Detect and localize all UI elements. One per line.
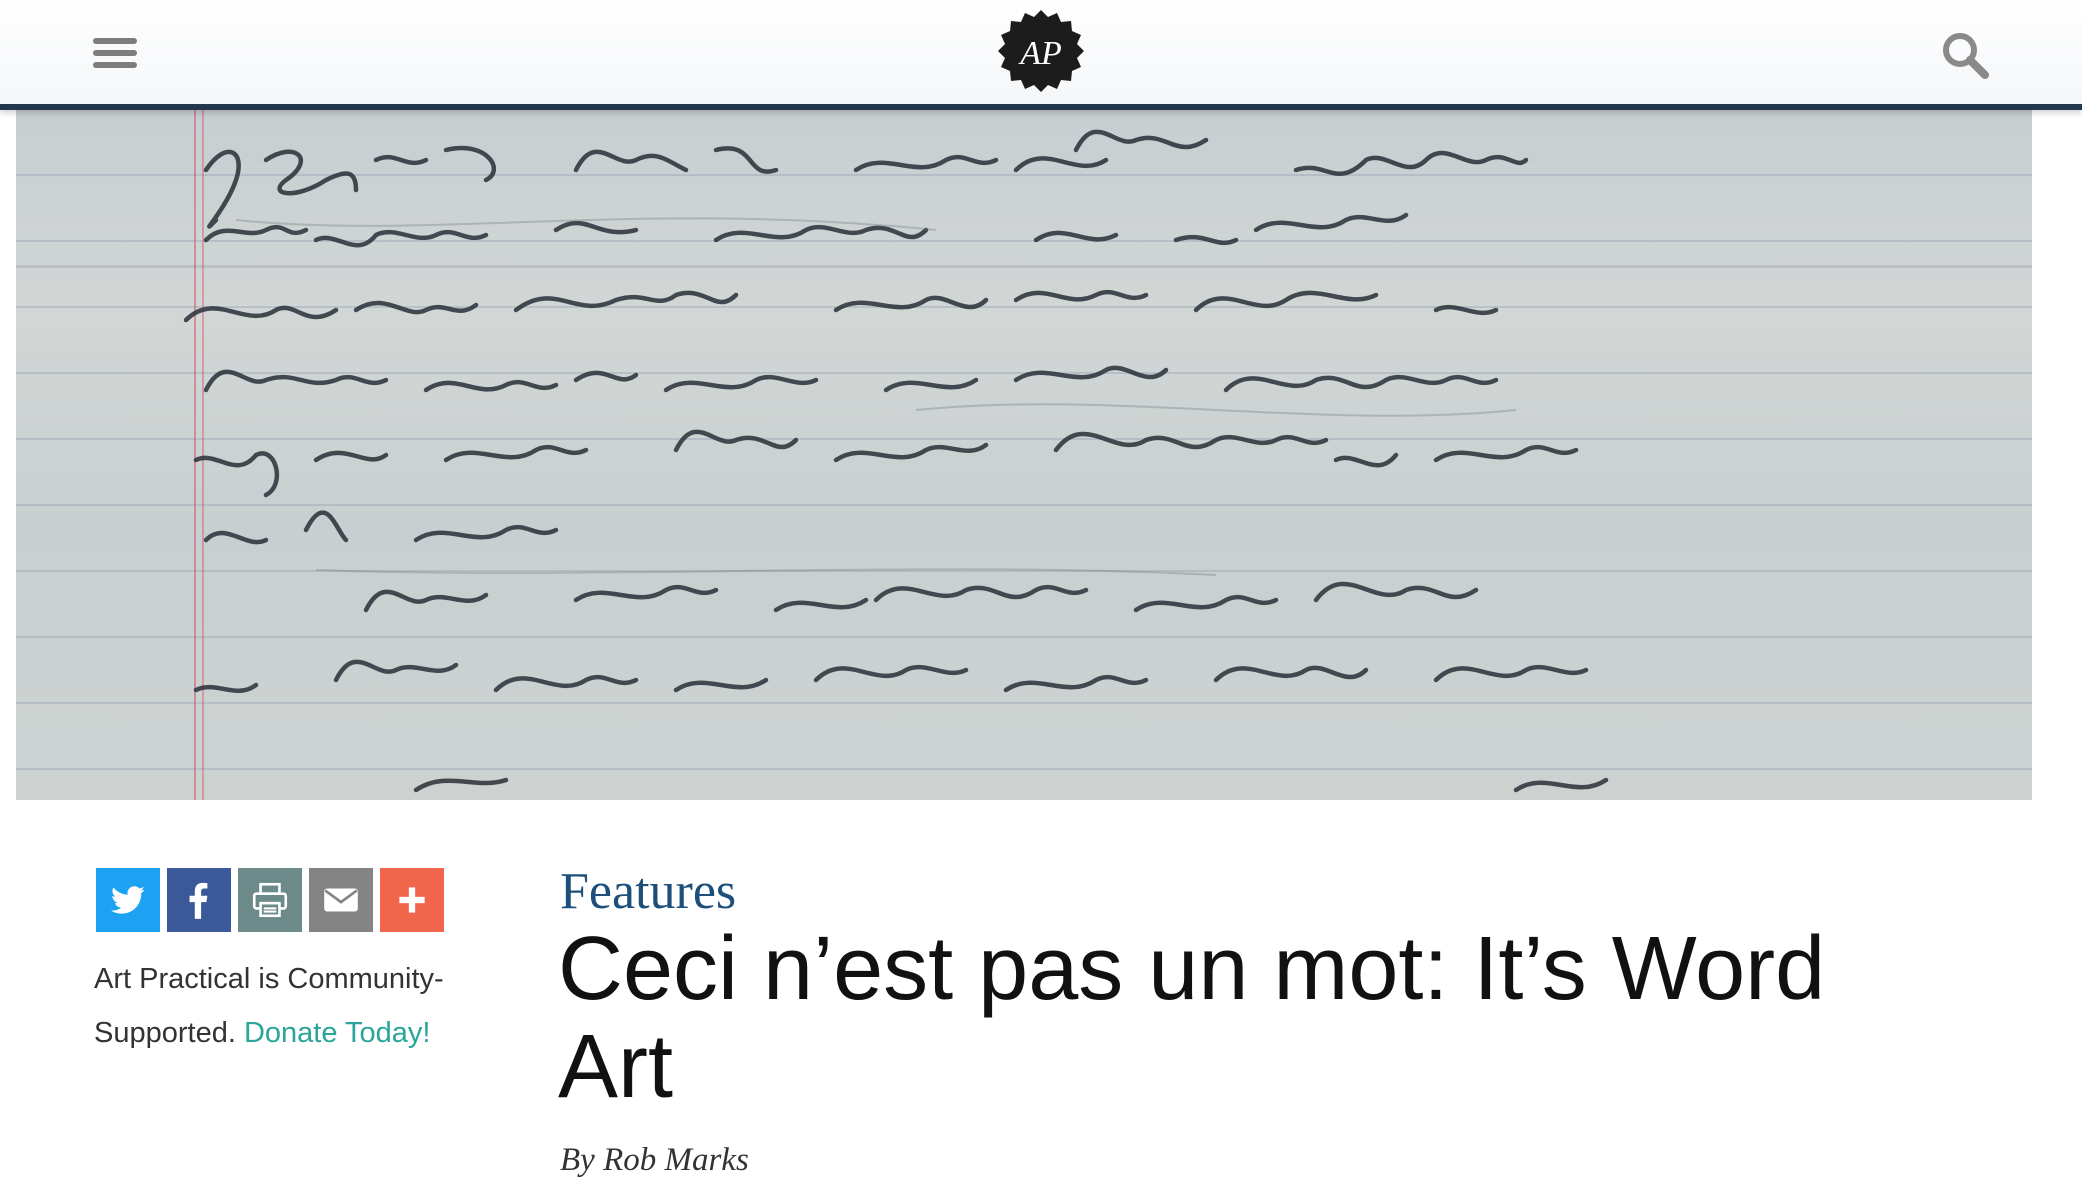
- plus-icon: [399, 887, 425, 913]
- share-bar: [96, 868, 444, 934]
- email-share-button[interactable]: [309, 868, 373, 932]
- twitter-share-button[interactable]: [96, 868, 160, 932]
- search-icon[interactable]: [1940, 30, 1990, 80]
- facebook-icon: [189, 882, 208, 919]
- byline-prefix: By: [560, 1142, 595, 1178]
- more-share-button[interactable]: [380, 868, 444, 932]
- twitter-icon: [110, 886, 145, 914]
- community-support-note: Art Practical is Community-Supported. Do…: [94, 952, 514, 1060]
- logo-text: AP: [1018, 35, 1062, 72]
- ap-logo-icon: AP: [998, 10, 1084, 92]
- byline: By Rob Marks: [560, 1142, 749, 1179]
- donate-link[interactable]: Donate Today!: [244, 1017, 431, 1049]
- site-header: AP: [0, 0, 2082, 110]
- email-icon: [324, 888, 358, 912]
- hamburger-menu-icon[interactable]: [93, 38, 137, 72]
- author-name[interactable]: Rob Marks: [603, 1142, 749, 1178]
- article-category-link[interactable]: Features: [560, 862, 736, 921]
- article-title: Ceci n’est pas un mot: It’s Word Art: [558, 919, 1826, 1117]
- facebook-share-button[interactable]: [167, 868, 231, 932]
- handwriting-drawing: [183, 129, 1609, 793]
- print-button[interactable]: [238, 868, 302, 932]
- hero-image: [16, 110, 2032, 800]
- site-logo[interactable]: AP: [995, 8, 1087, 100]
- print-icon: [252, 882, 288, 918]
